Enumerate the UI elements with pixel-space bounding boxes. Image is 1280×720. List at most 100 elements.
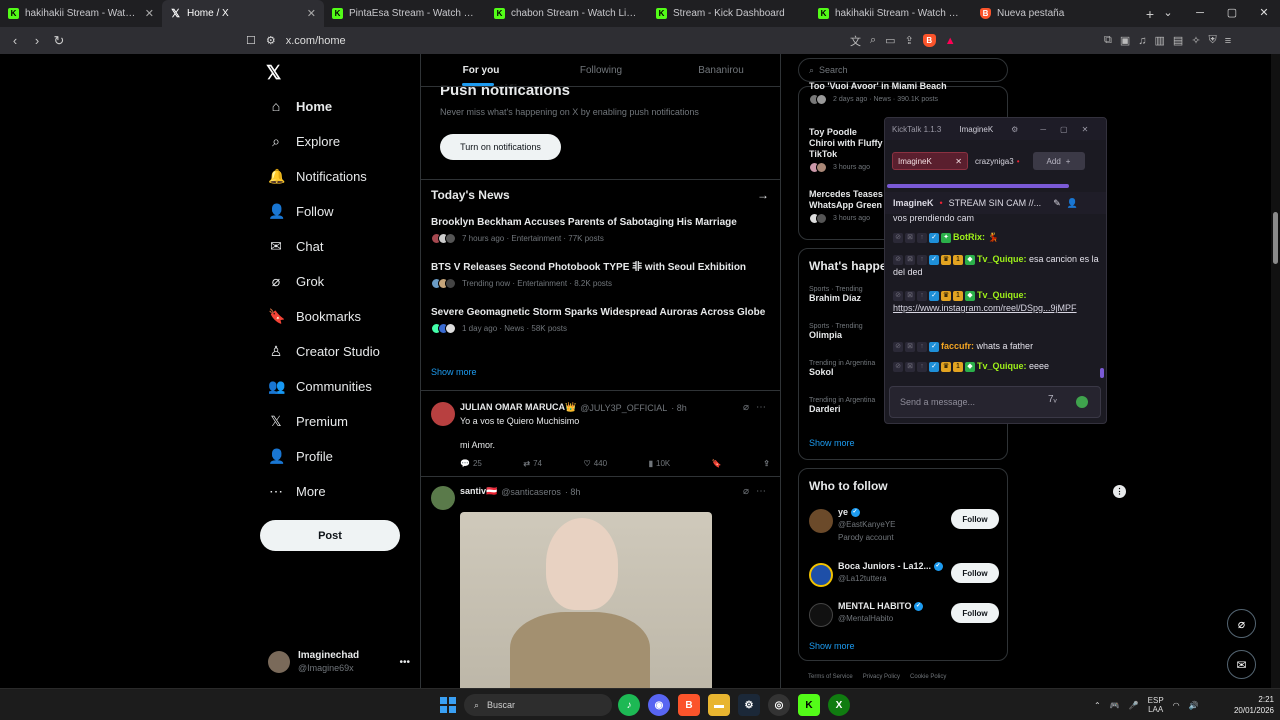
- translate-icon[interactable]: 文: [850, 33, 861, 49]
- spotify-icon[interactable]: ♪: [618, 694, 640, 716]
- tweet[interactable]: santiv🇦🇹 @santicaseros · 8h ⌀ ⋯: [421, 476, 780, 688]
- tweet-author-name[interactable]: santiv🇦🇹: [460, 486, 497, 497]
- maximize-icon[interactable]: ▢: [1216, 0, 1248, 27]
- extensions-puzzle-icon[interactable]: ⧉: [1104, 34, 1112, 47]
- nav-communities[interactable]: 👥 Communities: [268, 374, 372, 398]
- nav-creator-studio[interactable]: ♙ Creator Studio: [268, 339, 380, 363]
- pin-icon[interactable]: ↑: [917, 361, 927, 372]
- windows-start-icon[interactable]: [440, 697, 456, 713]
- page-scrollbar[interactable]: [1271, 54, 1280, 688]
- post-button[interactable]: Post: [260, 520, 400, 551]
- gear-icon[interactable]: ⚙: [1011, 125, 1018, 134]
- avatar[interactable]: [431, 486, 455, 510]
- gamepad-icon[interactable]: 🎮: [1110, 701, 1120, 710]
- trend-item[interactable]: Toy Poodle Chiroi with Fluffy TikTok 3 h…: [809, 127, 885, 173]
- chat-message-input[interactable]: Send a message... 7ᵥ: [889, 386, 1101, 418]
- tab-following[interactable]: Following: [541, 54, 661, 86]
- chat-username[interactable]: Tv_Quique:: [977, 290, 1027, 300]
- maximize-icon[interactable]: ▢: [1060, 125, 1068, 134]
- tab-for-you[interactable]: For you: [421, 54, 541, 86]
- obs-icon[interactable]: ◎: [768, 694, 790, 716]
- timeout-icon[interactable]: ⊘: [893, 290, 903, 301]
- tweet-author-handle[interactable]: @santicaseros: [501, 487, 561, 497]
- nav-notifications[interactable]: 🔔 Notifications: [268, 164, 367, 188]
- chat-username[interactable]: BotRix:: [953, 232, 985, 242]
- tweet-time[interactable]: · 8h: [671, 403, 687, 413]
- more-dots-icon[interactable]: ⋯: [756, 486, 766, 497]
- more-menu-icon[interactable]: ⋮: [1113, 485, 1126, 498]
- repost-button[interactable]: ⇄ 74: [523, 459, 542, 468]
- close-window-icon[interactable]: ✕: [1248, 0, 1280, 27]
- add-channel-button[interactable]: Add +: [1032, 152, 1085, 170]
- follow-suggestion[interactable]: Boca Juniors - La12... ✓ @La12tuttera Fo…: [809, 561, 999, 591]
- chat-link[interactable]: https://www.instagram.com/reel/DSpg...9j…: [893, 303, 1077, 313]
- footer-link[interactable]: Privacy Policy: [863, 674, 900, 680]
- trends-show-more-link[interactable]: Show more: [809, 438, 855, 448]
- more-dots-icon[interactable]: ⋯: [756, 402, 766, 413]
- tweet-author-handle[interactable]: @JULY3P_OFFICIAL: [580, 403, 667, 413]
- leo-ai-icon[interactable]: ✧: [1191, 34, 1200, 47]
- ban-icon[interactable]: ⊠: [905, 341, 915, 352]
- minimize-icon[interactable]: ─: [1040, 125, 1046, 134]
- brave-shields-icon[interactable]: B: [922, 34, 936, 47]
- views-button[interactable]: ▮ 10K: [649, 459, 671, 468]
- brave-rewards-icon[interactable]: ▲: [945, 35, 956, 47]
- browser-tab[interactable]: K hakihakii Stream - Watch Live on: [810, 0, 972, 27]
- pin-icon[interactable]: ↑: [917, 254, 927, 265]
- todays-news-heading[interactable]: Today's News: [431, 188, 510, 202]
- scrollbar-thumb[interactable]: [1273, 212, 1278, 264]
- search-input[interactable]: ⌕ Search: [798, 58, 1008, 82]
- sidebar-icon[interactable]: ▥: [1155, 34, 1165, 47]
- turn-on-notifications-button[interactable]: Turn on notifications: [440, 134, 561, 160]
- wallet-icon[interactable]: ▤: [1173, 34, 1183, 47]
- volume-icon[interactable]: 🔊: [1189, 701, 1199, 710]
- more-dots-icon[interactable]: •••: [399, 657, 410, 668]
- kick-emote-icon[interactable]: [1076, 396, 1088, 408]
- language-indicator[interactable]: ESP LAA: [1148, 696, 1164, 714]
- streamer-name[interactable]: ImagineK: [893, 198, 934, 208]
- browser-tab[interactable]: K Stream - Kick Dashboard: [648, 0, 810, 27]
- tab-bananirou[interactable]: Bananirou: [661, 54, 780, 86]
- steam-icon[interactable]: ⚙: [738, 694, 760, 716]
- cast-icon[interactable]: ▭: [885, 34, 895, 47]
- vpn-icon[interactable]: ⛨: [1209, 34, 1217, 47]
- timeout-icon[interactable]: ⊘: [893, 341, 903, 352]
- pin-icon[interactable]: ✎: [1053, 198, 1061, 209]
- tray-chevron-icon[interactable]: ⌃: [1094, 701, 1101, 710]
- avatar[interactable]: [431, 402, 455, 426]
- trend-item[interactable]: Mercedes Teases WhatsApp Green 3 hours a…: [809, 189, 885, 224]
- browser-tab[interactable]: K chabon Stream - Watch Live on: [486, 0, 648, 27]
- xbox-icon[interactable]: X: [828, 694, 850, 716]
- screenshot-icon[interactable]: ▣: [1120, 34, 1130, 47]
- close-tab-icon[interactable]: ✕: [307, 7, 316, 20]
- tweet-author-name[interactable]: JULIAN OMAR MARUCA👑: [460, 402, 576, 413]
- timeout-icon[interactable]: ⊘: [893, 254, 903, 265]
- forward-arrow-icon[interactable]: ›: [26, 33, 48, 48]
- bookmark-outline-icon[interactable]: ☐: [246, 34, 256, 47]
- tweet[interactable]: JULIAN OMAR MARUCA👑 @JULY3P_OFFICIAL · 8…: [421, 390, 780, 476]
- pin-icon[interactable]: ↑: [917, 341, 927, 352]
- taskbar-clock[interactable]: 2:21 20/01/2026: [1222, 694, 1274, 716]
- ban-icon[interactable]: ⊠: [905, 232, 915, 243]
- share-icon[interactable]: ⇪: [905, 34, 914, 47]
- close-icon[interactable]: ✕: [955, 157, 962, 166]
- news-item[interactable]: Brooklyn Beckham Accuses Parents of Sabo…: [431, 217, 771, 244]
- account-switcher[interactable]: Imaginechad @Imagine69x •••: [268, 648, 410, 676]
- chat-username[interactable]: faccufr:: [941, 341, 974, 351]
- footer-link[interactable]: Cookie Policy: [910, 674, 946, 680]
- like-button[interactable]: ♡ 440: [584, 459, 608, 468]
- news-show-more-link[interactable]: Show more: [431, 367, 477, 377]
- trend-item[interactable]: Too 'Vuoi Avoor' in Miami Beach 2 days a…: [809, 81, 989, 105]
- pin-icon[interactable]: ↑: [917, 290, 927, 301]
- nav-bookmarks[interactable]: 🔖 Bookmarks: [268, 304, 361, 328]
- nav-explore[interactable]: ⌕ Explore: [268, 129, 340, 153]
- menu-icon[interactable]: ≡: [1225, 35, 1231, 47]
- microphone-icon[interactable]: 🎤: [1129, 701, 1139, 710]
- timeout-icon[interactable]: ⊘: [893, 232, 903, 243]
- site-info-icon[interactable]: ⚙: [266, 34, 276, 47]
- chat-username[interactable]: Tv_Quique:: [977, 254, 1027, 264]
- ban-icon[interactable]: ⊠: [905, 361, 915, 372]
- nav-follow[interactable]: 👤 Follow: [268, 199, 334, 223]
- share-button[interactable]: ⇪: [763, 459, 770, 468]
- close-icon[interactable]: ✕: [1082, 125, 1089, 134]
